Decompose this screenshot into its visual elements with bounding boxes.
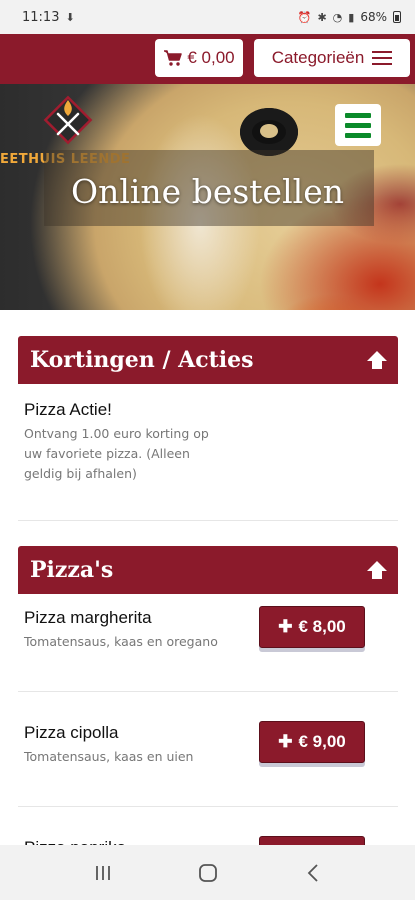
cart-icon (164, 50, 183, 66)
home-icon[interactable] (188, 853, 228, 893)
list-item[interactable]: Pizza Actie! Ontvang 1.00 euro korting o… (18, 400, 398, 484)
add-to-cart-button[interactable]: ✚ € 9,00 (259, 721, 365, 763)
wifi-icon: ◔ (332, 10, 343, 24)
battery-percentage: 68% (360, 10, 387, 24)
item-name: Pizza Actie! (24, 400, 112, 419)
hamburger-icon (372, 51, 393, 65)
cart-total: € 0,00 (187, 48, 235, 67)
page-title: Online bestellen (71, 172, 344, 211)
item-description: Ontvang 1.00 euro korting op uw favoriet… (24, 426, 209, 481)
download-icon: ⬇ (65, 10, 75, 24)
signal-icon: ▮ (348, 10, 355, 24)
status-time: 11:13 (22, 9, 60, 25)
divider (18, 806, 398, 807)
item-price: € 8,00 (298, 617, 346, 636)
battery-icon (393, 11, 401, 23)
main-menu-button[interactable] (335, 104, 381, 146)
arrow-up-icon[interactable] (364, 347, 390, 373)
categories-button[interactable]: Categorieën (254, 39, 410, 77)
section-title: Kortingen / Acties (30, 347, 254, 373)
cart-button[interactable]: € 0,00 (155, 39, 243, 77)
plus-icon: ✚ (278, 732, 293, 751)
categories-label: Categorieën (271, 48, 365, 67)
hero-banner: EETHUIS LEENDE Online bestellen (0, 84, 415, 310)
divider (18, 520, 398, 521)
restaurant-logo-icon (43, 95, 93, 145)
add-to-cart-button[interactable]: ✚ € 8,00 (259, 606, 365, 648)
section-title: Pizza's (30, 557, 114, 583)
bluetooth-icon: ✱ (317, 10, 327, 24)
plus-icon: ✚ (278, 617, 293, 636)
olive-decoration (240, 108, 298, 156)
system-navigation-bar (0, 845, 415, 900)
recent-apps-icon[interactable] (83, 853, 123, 893)
section-header-discounts[interactable]: Kortingen / Acties (18, 336, 398, 384)
arrow-up-icon[interactable] (364, 557, 390, 583)
back-icon[interactable] (293, 853, 333, 893)
divider (18, 691, 398, 692)
alarm-icon: ⏰ (297, 10, 312, 24)
item-price: € 9,00 (298, 732, 346, 751)
top-navigation: € 0,00 Categorieën (0, 34, 415, 84)
section-header-pizzas[interactable]: Pizza's (18, 546, 398, 594)
status-bar: 11:13 ⬇ ⏰ ✱ ◔ ▮ 68% (0, 0, 415, 34)
